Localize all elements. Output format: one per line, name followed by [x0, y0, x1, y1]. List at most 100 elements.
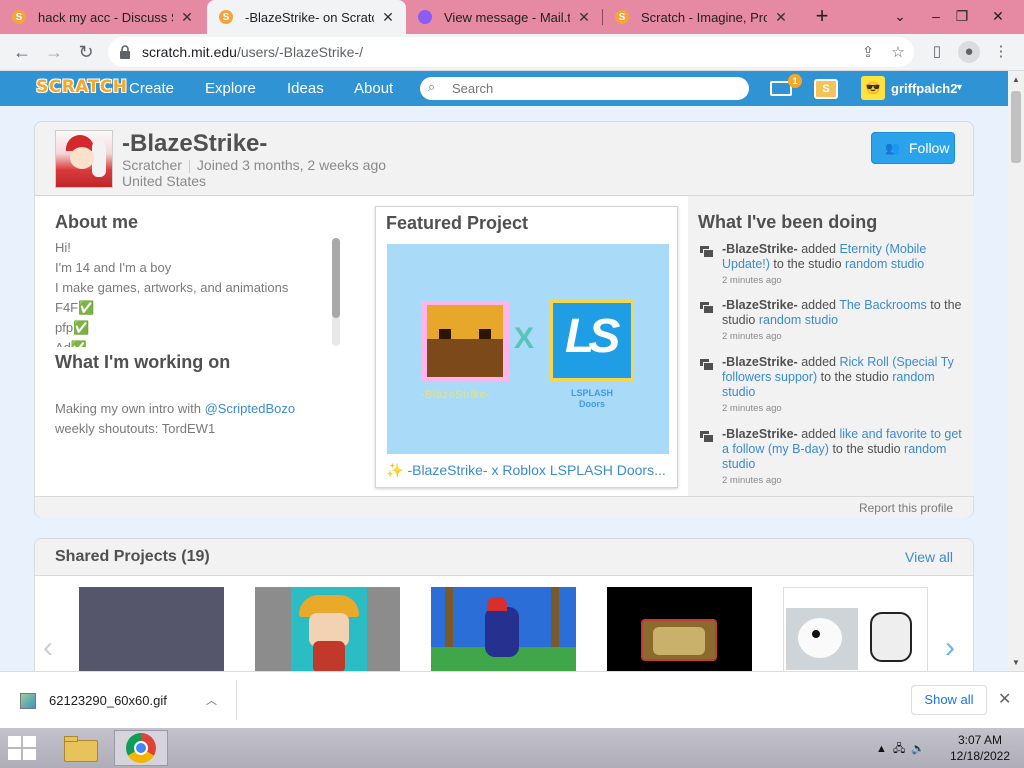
scratch-favicon-icon: S: [219, 10, 233, 24]
shared-projects-box: Shared Projects (19) View all ‹ ›: [34, 538, 974, 678]
about-line: I'm 14 and I'm a boy: [55, 260, 172, 275]
about-scrollbar[interactable]: [332, 238, 340, 346]
tab-hack-my-acc[interactable]: S hack my acc - Discuss Sc ✕: [0, 0, 205, 34]
profile-avatar-icon[interactable]: ●: [958, 41, 980, 63]
search-icon: ⌕: [428, 79, 436, 94]
featured-heading: Featured Project: [386, 213, 529, 233]
gif-file-icon: [20, 693, 36, 709]
tab-blazestrike[interactable]: S -BlazeStrike- on Scratch ✕: [207, 0, 406, 34]
scratch-logo[interactable]: SCRATCH: [36, 77, 127, 97]
nav-explore[interactable]: Explore: [205, 71, 256, 106]
file-explorer-icon[interactable]: [64, 734, 98, 762]
close-tab-icon[interactable]: ✕: [380, 9, 396, 26]
taskbar: ▲ 🖧 🔊 3:07 AM 12/18/2022: [0, 728, 1024, 768]
tab-title: -BlazeStrike- on Scratch: [245, 9, 374, 25]
featured-project-title-row[interactable]: ✨ -BlazeStrike- x Roblox LSPLASH Doors...: [386, 462, 671, 479]
activity-project-link[interactable]: The Backrooms: [839, 298, 927, 312]
close-tab-icon[interactable]: ✕: [773, 9, 789, 26]
activity-time: 2 minutes ago: [722, 275, 782, 286]
new-tab-button[interactable]: +: [810, 5, 834, 29]
lock-icon[interactable]: [118, 44, 132, 60]
reload-button[interactable]: ↻: [74, 40, 98, 64]
chevron-down-icon[interactable]: ▼: [955, 82, 964, 92]
share-icon[interactable]: ⇪: [858, 43, 878, 63]
mail-favicon-icon: [418, 10, 432, 24]
search-input[interactable]: [450, 79, 740, 97]
scroll-down-icon[interactable]: ▼: [1012, 658, 1020, 667]
scratch-favicon-icon: S: [615, 10, 629, 24]
activity-studio-link[interactable]: random studio: [845, 257, 924, 271]
project-thumbnail[interactable]: [255, 587, 400, 673]
close-download-bar-icon[interactable]: ✕: [998, 689, 1011, 709]
project-thumbnail[interactable]: [431, 587, 576, 673]
download-filename[interactable]: 62123290_60x60.gif: [49, 693, 167, 708]
chrome-taskbar-icon[interactable]: [114, 730, 168, 766]
page-scrollbar[interactable]: ▲ ▼: [1008, 71, 1024, 671]
system-tray-icons[interactable]: ▲ 🖧 🔊: [876, 740, 925, 759]
tab-scratch-home[interactable]: S Scratch - Imagine, Progr ✕: [603, 0, 799, 34]
show-all-button[interactable]: Show all: [911, 685, 987, 715]
view-all-link[interactable]: View all: [905, 549, 953, 565]
shared-projects-title: Shared Projects (19): [55, 548, 210, 565]
activity-mid: to the studio: [828, 442, 905, 456]
featured-project-title[interactable]: -BlazeStrike- x Roblox LSPLASH Doors...: [407, 462, 665, 478]
activity-mid: to the studio: [817, 370, 893, 384]
user-avatar[interactable]: 😎: [861, 76, 885, 100]
activity-item: -BlazeStrike- added The Backrooms to the…: [700, 298, 964, 344]
activity-time: 2 minutes ago: [722, 331, 782, 342]
about-line: pfp✅: [55, 320, 90, 335]
user-role: Scratcher: [122, 157, 182, 173]
url-text: scratch.mit.edu/users/-BlazeStrike-/: [142, 44, 363, 60]
project-thumbnail[interactable]: [79, 587, 224, 673]
nav-about[interactable]: About: [354, 71, 393, 106]
report-profile-link[interactable]: Report this profile: [859, 501, 953, 515]
forward-button[interactable]: →: [42, 40, 66, 64]
my-stuff-icon[interactable]: S: [814, 79, 838, 99]
nav-username[interactable]: griffpalch2: [891, 81, 957, 96]
activity-user-link[interactable]: -BlazeStrike-: [722, 242, 798, 256]
carousel-next-arrow-icon[interactable]: ›: [945, 631, 955, 665]
clock[interactable]: 3:07 AM 12/18/2022: [940, 732, 1020, 764]
scriptedbozo-link[interactable]: @ScriptedBozo: [205, 401, 296, 416]
scroll-up-icon[interactable]: ▲: [1012, 75, 1020, 84]
tab-search-chevron-icon[interactable]: ⌄: [882, 4, 918, 28]
project-thumbnail[interactable]: [783, 587, 928, 673]
close-tab-icon[interactable]: ✕: [576, 9, 592, 26]
close-tab-icon[interactable]: ✕: [179, 9, 195, 26]
side-panel-icon[interactable]: ▯: [926, 41, 948, 63]
activity-user-link[interactable]: -BlazeStrike-: [722, 427, 798, 441]
activity-user-link[interactable]: -BlazeStrike-: [722, 355, 798, 369]
about-line: Hi!: [55, 240, 71, 255]
back-button[interactable]: ←: [10, 40, 34, 64]
nav-ideas[interactable]: Ideas: [287, 71, 324, 106]
user-location: United States: [122, 173, 207, 189]
studio-icon: [700, 302, 714, 314]
carousel-prev-arrow-icon[interactable]: ‹: [43, 631, 53, 665]
joined-text: Joined 3 months, 2 weeks ago: [196, 157, 387, 173]
chevron-up-icon[interactable]: ︿: [206, 692, 217, 708]
restore-button[interactable]: ❐: [944, 4, 980, 28]
activity-verb: added: [797, 298, 840, 312]
windows-start-icon[interactable]: [8, 736, 38, 760]
search-box[interactable]: ⌕: [420, 77, 749, 100]
activity-user-link[interactable]: -BlazeStrike-: [722, 298, 798, 312]
tab-mail[interactable]: View message - Mail.tm ✕: [406, 0, 602, 34]
address-bar[interactable]: scratch.mit.edu/users/-BlazeStrike-/ ⇪ ☆: [108, 37, 914, 67]
profile-header: -BlazeStrike- Scratcher Joined 3 months, …: [35, 122, 973, 196]
project-thumbnail[interactable]: [607, 587, 752, 673]
user-meta: Scratcher Joined 3 months, 2 weeks ago: [122, 157, 386, 173]
activity-studio-link[interactable]: random studio: [759, 313, 838, 327]
thumb-right-label-2: Doors: [578, 399, 605, 409]
nav-create[interactable]: Create: [129, 71, 174, 106]
scrollbar-thumb[interactable]: [1011, 91, 1021, 163]
thumb-left-label: -BlazeStrike-: [421, 389, 491, 401]
about-scroll-thumb[interactable]: [332, 238, 340, 318]
bookmark-star-icon[interactable]: ☆: [888, 43, 908, 63]
kebab-menu-icon[interactable]: ⋮: [990, 41, 1012, 63]
follow-label: Follow: [909, 140, 950, 156]
follow-button[interactable]: 👥 Follow: [871, 132, 955, 164]
featured-project-thumbnail[interactable]: -BlazeStrike- X LS LSPLASH Doors: [387, 244, 669, 454]
close-window-button[interactable]: ✕: [980, 4, 1016, 28]
blazestrike-face: [427, 339, 503, 377]
profile-avatar: [55, 130, 113, 188]
